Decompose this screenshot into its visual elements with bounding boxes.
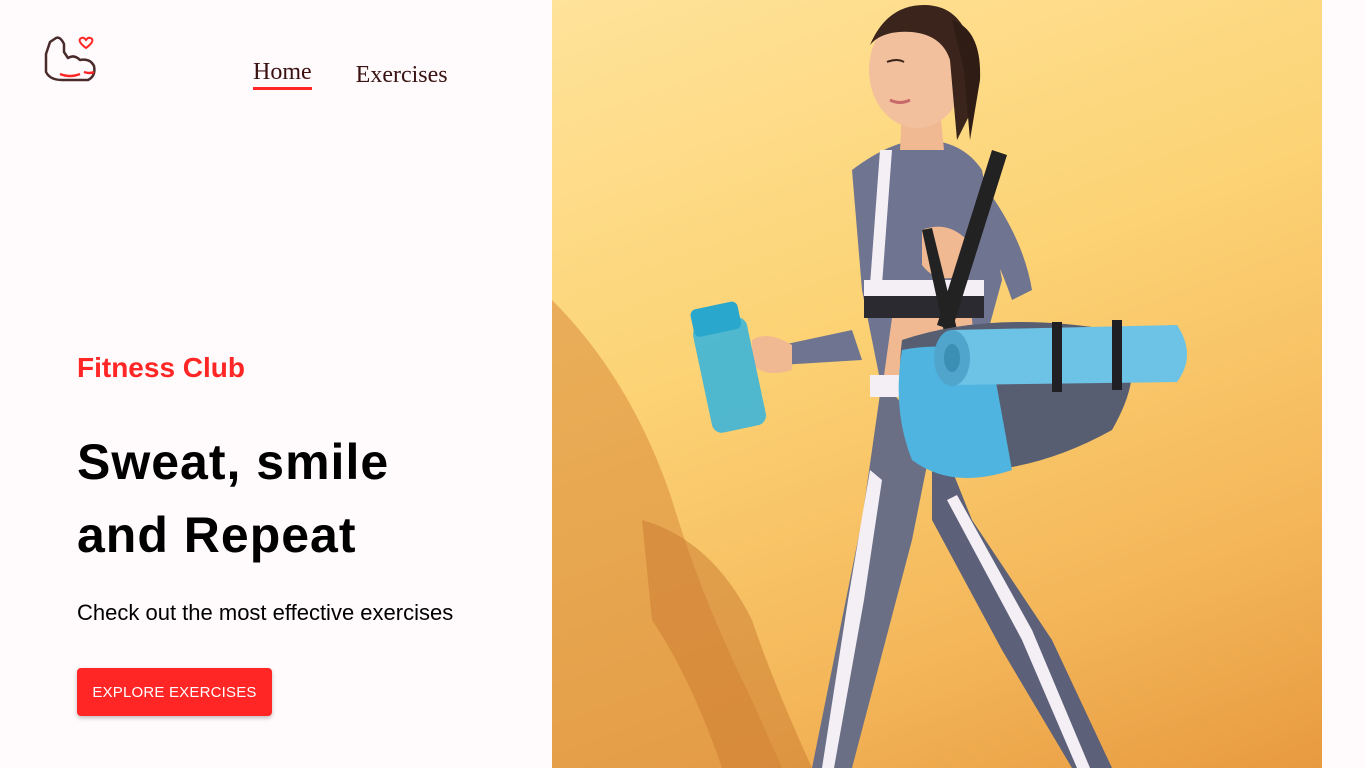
hero-title: Sweat, smile and Repeat	[77, 426, 537, 572]
nav-exercises-link[interactable]: Exercises	[356, 60, 448, 90]
hero-subtitle: Check out the most effective exercises	[77, 600, 454, 625]
hero-banner-image	[552, 0, 1322, 768]
home-page: Home Exercises Fitness Club Sweat, smile…	[0, 0, 1366, 768]
hero-eyebrow: Fitness Club	[77, 352, 246, 383]
hero-title-line-1: Sweat, smile	[77, 434, 390, 490]
flexed-arm-logo-icon	[44, 36, 96, 82]
explore-exercises-button[interactable]: EXPLORE EXERCISES	[77, 668, 272, 716]
logo-link[interactable]	[40, 32, 98, 90]
main-nav: Home Exercises	[253, 57, 448, 90]
hero-title-line-2: and Repeat	[77, 507, 357, 563]
nav-home-link[interactable]: Home	[253, 57, 312, 90]
woman-with-yoga-mat-illustration	[552, 5, 1187, 768]
